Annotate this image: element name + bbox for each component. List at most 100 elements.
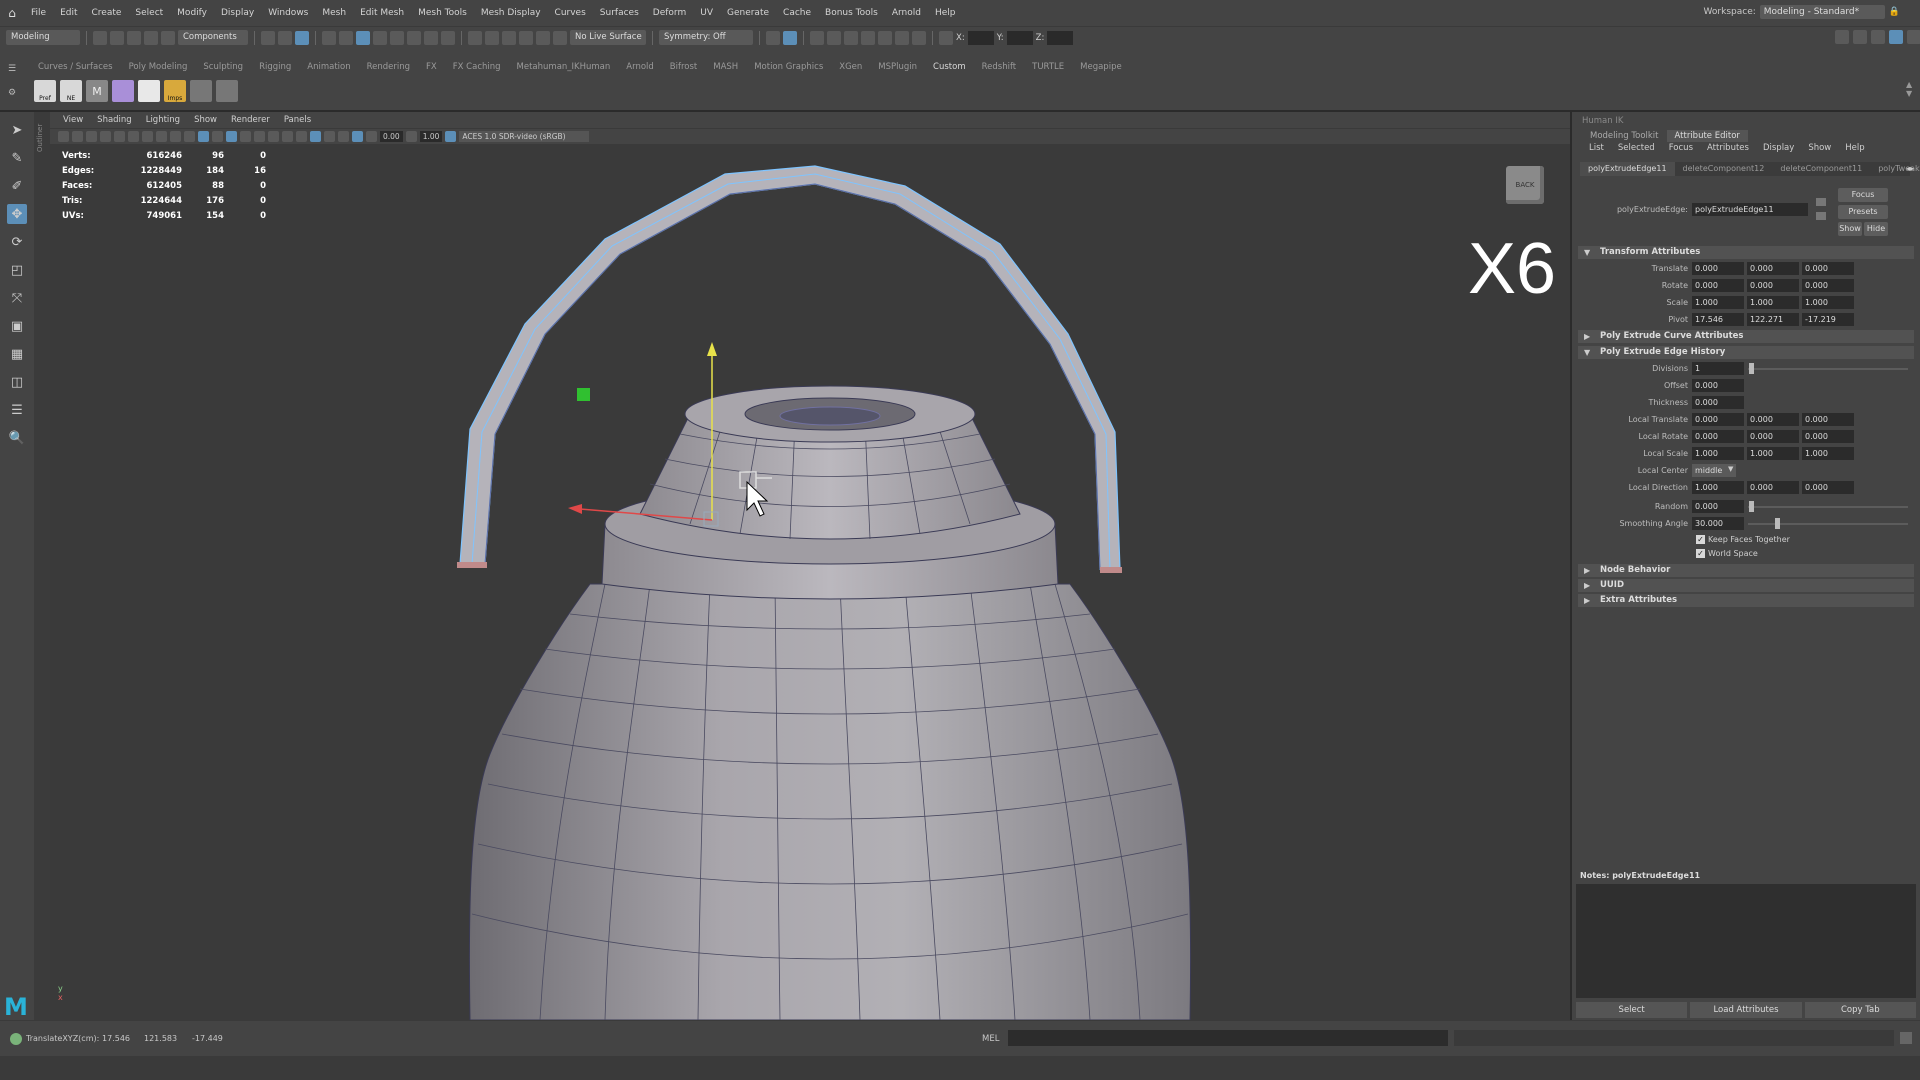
- local-direction-y-field[interactable]: 0.000: [1747, 481, 1799, 494]
- transform-mode-icon[interactable]: [939, 30, 953, 45]
- shelf-tab-fx[interactable]: FX: [418, 62, 445, 76]
- select-button[interactable]: Select: [1576, 1002, 1688, 1018]
- snap-view-icon[interactable]: [441, 30, 455, 45]
- menu-select[interactable]: Select: [128, 8, 170, 18]
- character-icon[interactable]: [190, 80, 212, 102]
- smooth-shade-icon[interactable]: [212, 131, 223, 142]
- shelf-tab-mash[interactable]: MASH: [705, 62, 746, 76]
- shelf-settings-icon[interactable]: ⚙: [8, 88, 16, 98]
- ae-menu-attributes[interactable]: Attributes: [1700, 143, 1756, 153]
- menu-display[interactable]: Display: [214, 8, 261, 18]
- hide-button[interactable]: Hide: [1864, 222, 1888, 236]
- shelf-tab-animation[interactable]: Animation: [299, 62, 358, 76]
- focus-button[interactable]: Focus: [1838, 188, 1888, 202]
- random-slider-handle[interactable]: [1749, 501, 1754, 512]
- local-scale-x-field[interactable]: 1.000: [1692, 447, 1744, 460]
- menu-modify[interactable]: Modify: [170, 8, 214, 18]
- divisions-field[interactable]: 1: [1692, 362, 1744, 375]
- local-direction-z-field[interactable]: 0.000: [1802, 481, 1854, 494]
- local-translate-z-field[interactable]: 0.000: [1802, 413, 1854, 426]
- wireframe-icon[interactable]: [198, 131, 209, 142]
- shelf-tab-msplugin[interactable]: MSPlugin: [870, 62, 925, 76]
- keep-faces-together-checkbox[interactable]: ✓: [1696, 535, 1705, 544]
- outliner-strip[interactable]: Outliner: [34, 112, 50, 1020]
- hypershade-icon[interactable]: [861, 30, 875, 45]
- local-direction-x-field[interactable]: 1.000: [1692, 481, 1744, 494]
- viewport-menu-renderer[interactable]: Renderer: [224, 115, 277, 125]
- shelf-tab-xgen[interactable]: XGen: [831, 62, 870, 76]
- aa-icon[interactable]: [296, 131, 307, 142]
- smoothing-angle-slider-handle[interactable]: [1775, 518, 1780, 529]
- node-tab-deletecomponent11[interactable]: deleteComponent11: [1772, 162, 1870, 176]
- paint-select-icon[interactable]: ✐: [7, 176, 27, 196]
- scale-tool-icon[interactable]: ◰: [7, 260, 27, 280]
- save-scene-icon[interactable]: [127, 30, 141, 45]
- camera-icon[interactable]: [58, 131, 69, 142]
- lock-icon[interactable]: 🔒: [1889, 7, 1900, 17]
- redshift-icon[interactable]: [895, 30, 909, 45]
- field-chart-icon[interactable]: [170, 131, 181, 142]
- imports-icon[interactable]: Imps: [164, 80, 186, 102]
- film-gate-icon[interactable]: [128, 131, 139, 142]
- viewport-menu-shading[interactable]: Shading: [90, 115, 139, 125]
- shelf-scroll-icon[interactable]: ▲ ▼: [1906, 80, 1912, 98]
- resolution-gate-icon[interactable]: [142, 131, 153, 142]
- bookmark-icon[interactable]: [86, 131, 97, 142]
- gamma-icon[interactable]: [405, 131, 417, 142]
- select-hierarchy-icon[interactable]: [261, 30, 275, 45]
- viewport-menu-lighting[interactable]: Lighting: [139, 115, 187, 125]
- x-field[interactable]: [967, 30, 994, 45]
- shelf-tab-megapipe[interactable]: Megapipe: [1072, 62, 1130, 76]
- two-pane-icon[interactable]: ◫: [7, 372, 27, 392]
- shelf-tab-metahuman[interactable]: Metahuman_IKHuman: [509, 62, 619, 76]
- select-object-icon[interactable]: [278, 30, 292, 45]
- script-editor-icon[interactable]: [1900, 1032, 1912, 1044]
- gate-mask-icon[interactable]: [156, 131, 167, 142]
- safe-action-icon[interactable]: [184, 131, 195, 142]
- shelf-tab-rendering[interactable]: Rendering: [359, 62, 418, 76]
- wave-icon[interactable]: [216, 80, 238, 102]
- menu-windows[interactable]: Windows: [261, 8, 315, 18]
- pivot-y-field[interactable]: 122.271: [1747, 313, 1799, 326]
- symmetry-dropdown[interactable]: Symmetry: Off: [659, 30, 753, 45]
- cube-icon[interactable]: [138, 80, 160, 102]
- menu-file[interactable]: File: [24, 8, 53, 18]
- offset-field[interactable]: 0.000: [1692, 379, 1744, 392]
- section-node-behavior[interactable]: ▶ Node Behavior: [1578, 564, 1914, 577]
- shelf-tab-arnold[interactable]: Arnold: [618, 62, 662, 76]
- render-icon[interactable]: [810, 30, 824, 45]
- output-ops-icon[interactable]: [502, 30, 516, 45]
- backface-icon[interactable]: [352, 131, 363, 142]
- light-editor-icon[interactable]: [878, 30, 892, 45]
- local-scale-z-field[interactable]: 1.000: [1802, 447, 1854, 460]
- grid-icon[interactable]: [114, 131, 125, 142]
- viewport-menu-show[interactable]: Show: [187, 115, 224, 125]
- menu-deform[interactable]: Deform: [646, 8, 693, 18]
- tool-settings-icon[interactable]: [1871, 30, 1885, 44]
- channel-box-icon[interactable]: [1889, 30, 1903, 44]
- components-dropdown[interactable]: Components: [178, 30, 248, 45]
- menu-bonus-tools[interactable]: Bonus Tools: [818, 8, 885, 18]
- menu-mesh[interactable]: Mesh: [315, 8, 353, 18]
- new-scene-icon[interactable]: [93, 30, 107, 45]
- face-mask-icon[interactable]: [356, 30, 370, 45]
- zoom-icon[interactable]: 🔍: [7, 428, 27, 448]
- menu-curves[interactable]: Curves: [548, 8, 593, 18]
- move-tool-icon[interactable]: ✥: [7, 204, 27, 224]
- viewport-menu-panels[interactable]: Panels: [277, 115, 318, 125]
- menu-uv[interactable]: UV: [693, 8, 720, 18]
- redo-icon[interactable]: [161, 30, 175, 45]
- menu-help[interactable]: Help: [928, 8, 963, 18]
- home-icon[interactable]: ⌂: [0, 6, 24, 20]
- world-space-checkbox[interactable]: ✓: [1696, 549, 1705, 558]
- section-poly-extrude-curve[interactable]: ▶ Poly Extrude Curve Attributes: [1578, 330, 1914, 343]
- notes-textarea[interactable]: [1576, 884, 1916, 998]
- scale-y-field[interactable]: 1.000: [1747, 296, 1799, 309]
- color-management-icon[interactable]: [445, 131, 457, 142]
- local-scale-y-field[interactable]: 1.000: [1747, 447, 1799, 460]
- modeling-toolkit-icon[interactable]: [1835, 30, 1849, 44]
- pause-icon[interactable]: [912, 30, 926, 45]
- mode-dropdown[interactable]: Modeling: [6, 30, 80, 45]
- vertex-mask-icon[interactable]: [322, 30, 336, 45]
- uv-mask-icon[interactable]: [373, 30, 387, 45]
